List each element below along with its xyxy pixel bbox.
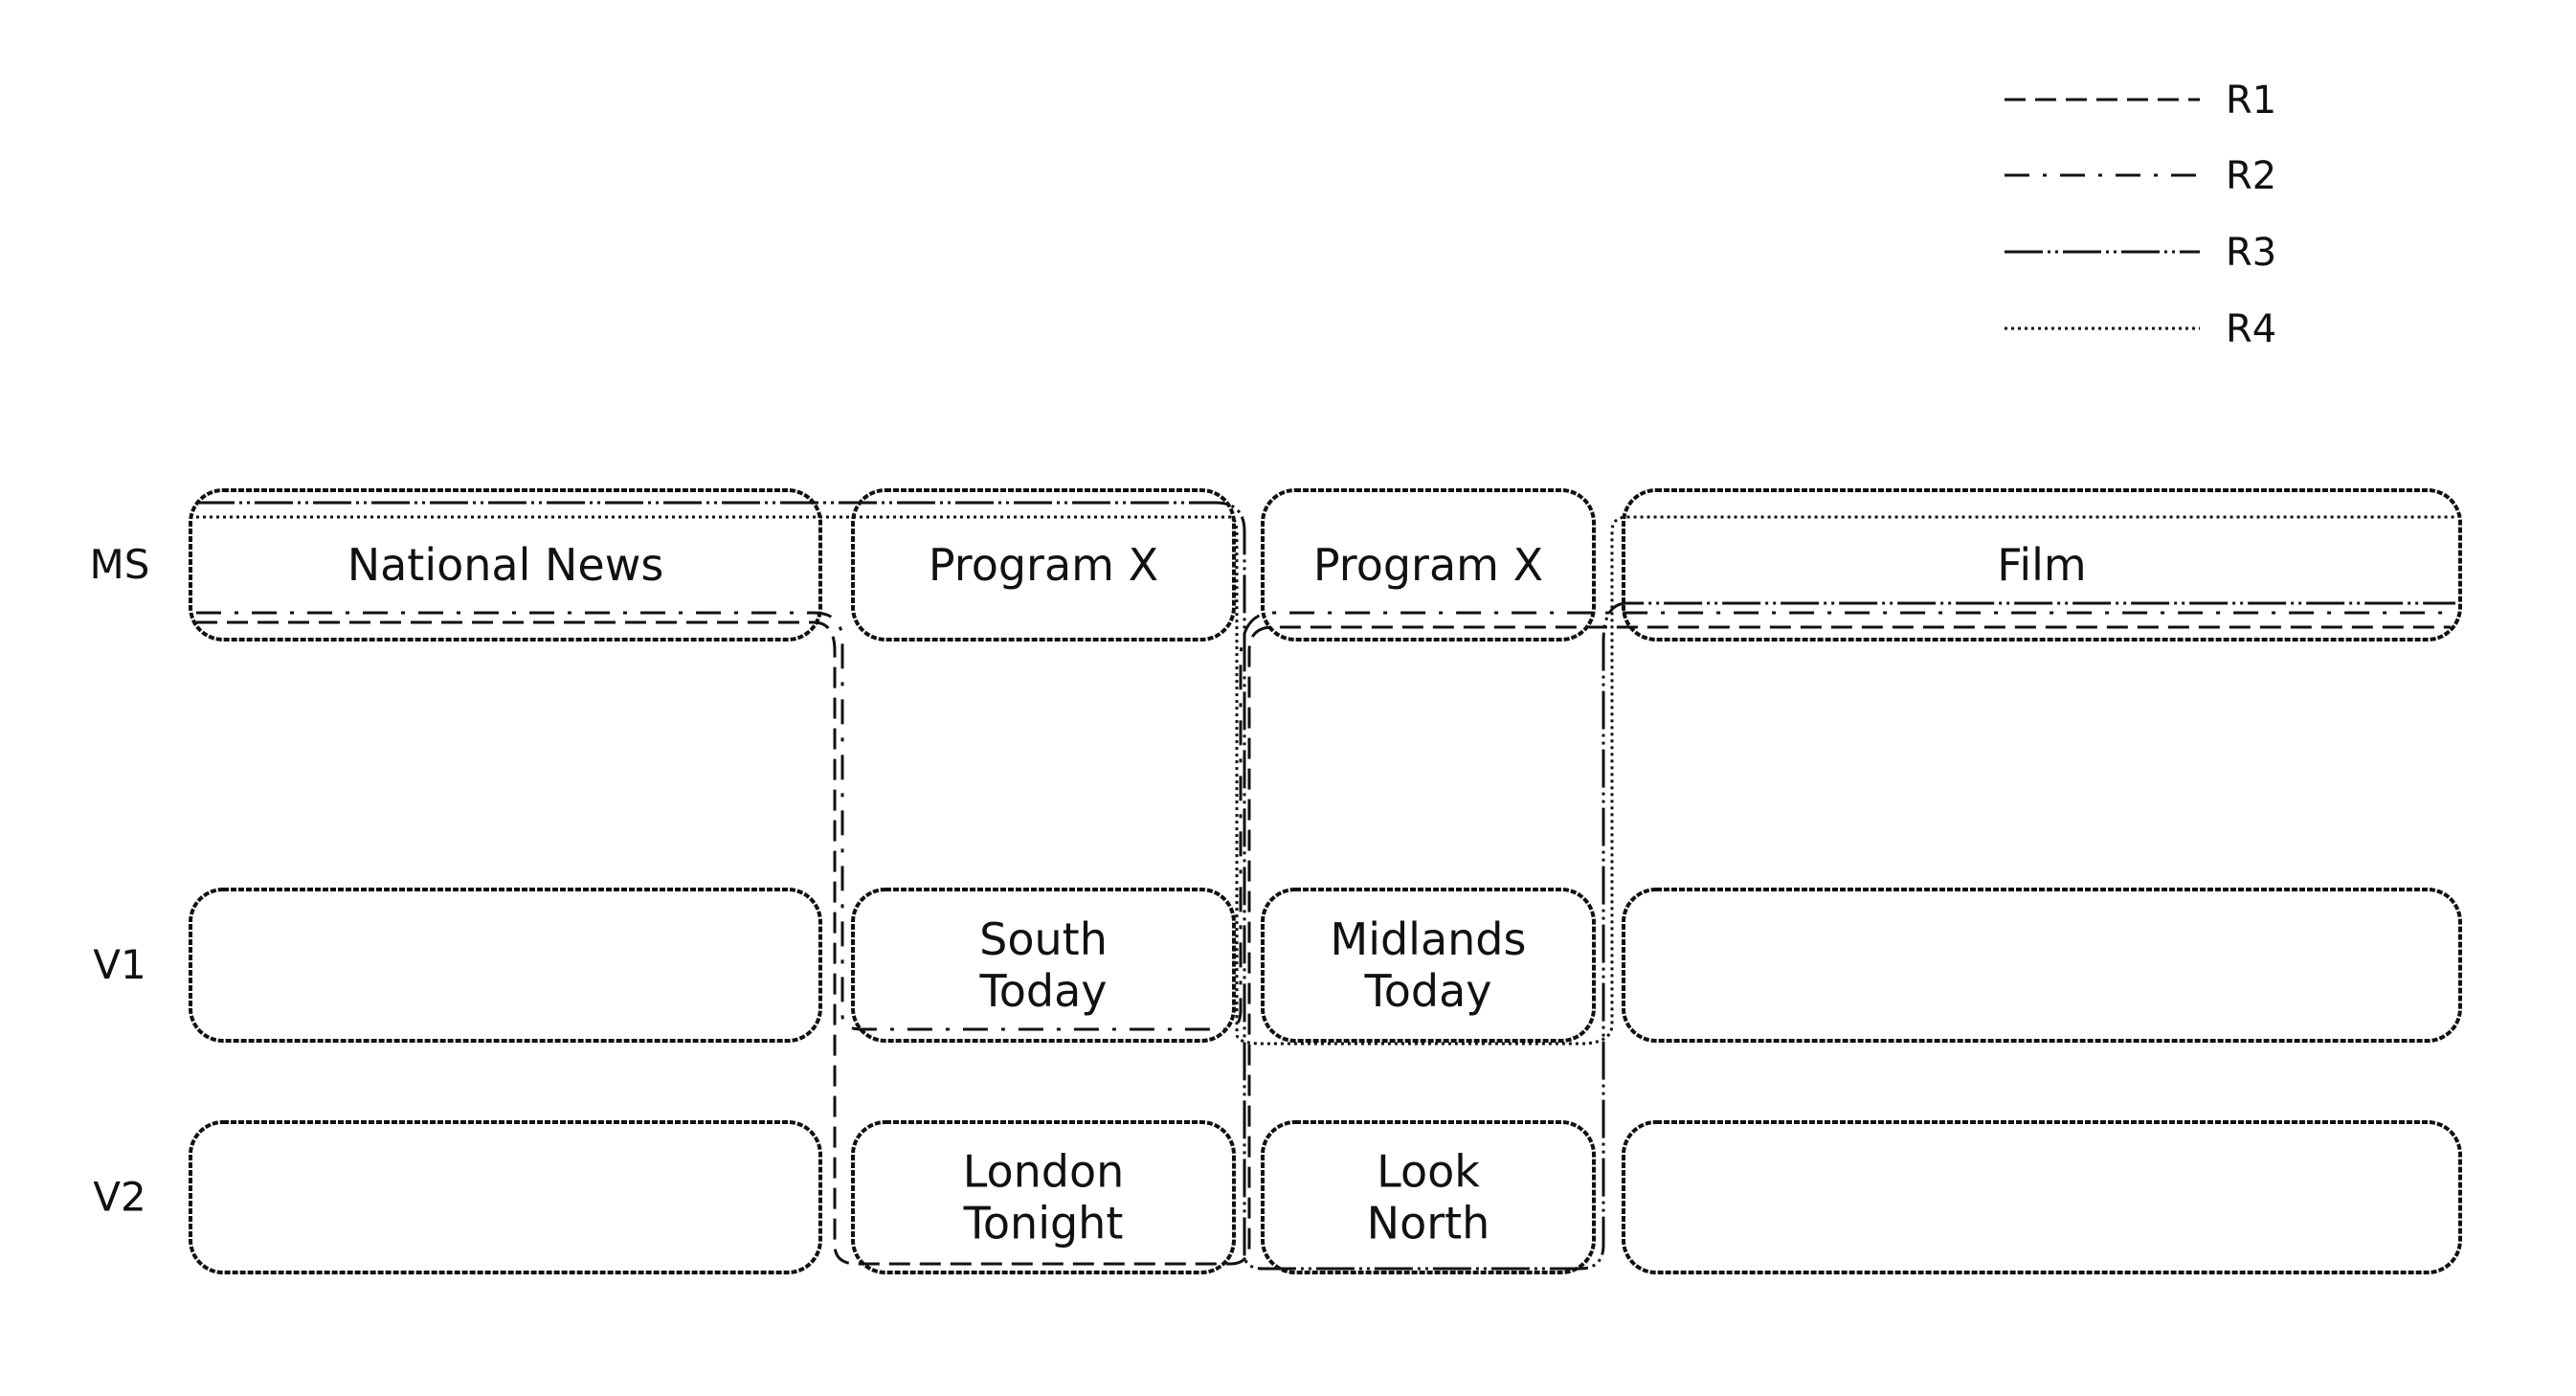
route-r4 bbox=[196, 515, 2455, 1046]
program-box[interactable]: LondonTonight bbox=[851, 1120, 1236, 1274]
program-box[interactable] bbox=[189, 888, 822, 1043]
legend-item-r4: R4 bbox=[2005, 307, 2276, 351]
legend-label: R4 bbox=[2226, 307, 2276, 351]
route-r1 bbox=[196, 620, 2451, 1266]
program-grid: National News Program X Program X Film South… bbox=[189, 488, 2462, 1274]
program-box[interactable]: Program X bbox=[851, 488, 1236, 642]
row-labels: MS V1 V2 bbox=[90, 541, 150, 1221]
program-box[interactable]: SouthToday bbox=[851, 888, 1236, 1043]
program-label: Look bbox=[1377, 1146, 1480, 1198]
program-label: Program X bbox=[1313, 539, 1543, 591]
route-r2 bbox=[196, 611, 2451, 1031]
route-r3 bbox=[196, 501, 2455, 1271]
program-box[interactable]: Program X bbox=[1261, 488, 1596, 642]
routes bbox=[196, 501, 2455, 1271]
legend-label: R1 bbox=[2226, 79, 2276, 123]
program-label: Midlands bbox=[1331, 913, 1527, 965]
program-box[interactable]: MidlandsToday bbox=[1261, 888, 1596, 1043]
program-box[interactable] bbox=[1622, 888, 2462, 1043]
diagram: R1 R2 R3 R4 National News Program X Program X… bbox=[90, 79, 2462, 1274]
row-label-v1: V1 bbox=[93, 941, 146, 988]
program-label: Today bbox=[978, 965, 1107, 1017]
program-label: Today bbox=[1363, 965, 1491, 1017]
program-box-border bbox=[189, 1120, 822, 1274]
legend-label: R3 bbox=[2226, 231, 2276, 275]
program-label: Program X bbox=[929, 539, 1158, 591]
legend-label: R2 bbox=[2226, 154, 2276, 198]
legend-item-r3: R3 bbox=[2005, 231, 2276, 275]
program-label: Tonight bbox=[963, 1198, 1124, 1250]
program-label: Film bbox=[1997, 539, 2086, 591]
program-box-border bbox=[189, 888, 822, 1043]
program-box[interactable] bbox=[189, 1120, 822, 1274]
program-box[interactable]: National News bbox=[189, 488, 822, 642]
legend: R1 R2 R3 R4 bbox=[2005, 79, 2276, 351]
program-box-border bbox=[1622, 1120, 2462, 1274]
program-label: North bbox=[1367, 1198, 1490, 1250]
row-label-ms: MS bbox=[90, 541, 150, 588]
program-box-border bbox=[1622, 888, 2462, 1043]
program-box[interactable] bbox=[1622, 1120, 2462, 1274]
legend-item-r1: R1 bbox=[2005, 79, 2276, 123]
program-label: South bbox=[979, 913, 1108, 965]
program-label: London bbox=[963, 1146, 1125, 1198]
legend-item-r2: R2 bbox=[2005, 154, 2276, 198]
row-label-v2: V2 bbox=[93, 1174, 146, 1221]
program-box[interactable]: Film bbox=[1622, 488, 2462, 642]
program-label: National News bbox=[347, 539, 664, 591]
program-box[interactable]: LookNorth bbox=[1261, 1120, 1596, 1274]
